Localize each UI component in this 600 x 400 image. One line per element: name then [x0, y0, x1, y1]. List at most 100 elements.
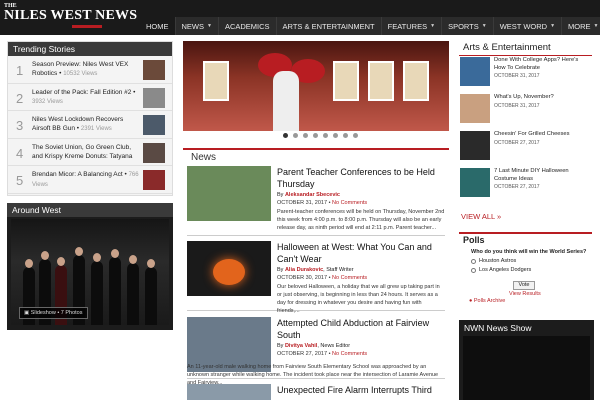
slider-dot[interactable]	[333, 133, 338, 138]
article-title[interactable]: Parent Teacher Conferences to be Held Th…	[277, 166, 445, 190]
nav-item-more[interactable]: MORE ▼	[562, 17, 600, 35]
nav-item-west-word[interactable]: WEST WORD ▼	[494, 17, 563, 35]
radio-button[interactable]	[471, 267, 476, 273]
article-body: Halloween at West: What You Can and Can'…	[277, 241, 445, 315]
trending-item[interactable]: 5 Brendan Micor: A Balancing Act • 766 Vi…	[8, 166, 172, 194]
slider-dot[interactable]	[343, 133, 348, 138]
nav-item-label: HOME	[146, 21, 169, 31]
arts-thumbnail[interactable]	[460, 94, 490, 123]
arts-text: 7 Last Minute DIY Halloween Costume Idea…	[494, 168, 590, 192]
article-title[interactable]: Halloween at West: What You Can and Can'…	[277, 241, 445, 265]
article-image[interactable]	[187, 384, 271, 400]
article-byline: By Aleksandar Sbecevic	[277, 192, 445, 198]
article-image[interactable]	[187, 166, 271, 221]
slider-dot[interactable]	[353, 133, 358, 138]
nav-item-features[interactable]: FEATURES ▼	[382, 17, 443, 35]
polls-box: Polls Who do you think will win the Worl…	[459, 232, 592, 310]
slider-dot[interactable]	[303, 133, 308, 138]
arts-thumbnail[interactable]	[460, 57, 490, 86]
pumpkin-icon	[213, 259, 245, 285]
chevron-down-icon: ▼	[430, 23, 436, 29]
chevron-down-icon: ▼	[481, 23, 487, 29]
nav-item-news[interactable]: NEWS ▼	[176, 17, 219, 35]
arts-thumbnail[interactable]	[460, 168, 490, 197]
article-author[interactable]: Alia Durakovic	[285, 267, 323, 273]
slider-dot[interactable]	[283, 133, 288, 138]
article-title[interactable]: Attempted Child Abduction at Fairview So…	[277, 317, 445, 341]
slider-dot[interactable]	[313, 133, 318, 138]
nav-item-home[interactable]: HOME	[140, 17, 176, 35]
trending-thumbnail[interactable]	[143, 60, 165, 80]
byline-prefix: By	[277, 343, 285, 349]
trending-item[interactable]: 4 The Soviet Union, Go Green Club, and Kr…	[8, 139, 172, 166]
poll-option[interactable]: Houston Astros	[459, 258, 592, 264]
news-show-video[interactable]	[463, 336, 590, 400]
trending-thumbnail[interactable]	[143, 87, 165, 108]
slideshow-icon: ▣	[24, 310, 31, 316]
arts-title[interactable]: What's Up, November?	[494, 94, 590, 102]
trending-thumbnail[interactable]	[143, 142, 165, 163]
news-show-box: NWN News Show	[459, 320, 594, 400]
trending-title[interactable]: The Soviet Union, Go Green Club, and Kri…	[32, 144, 132, 160]
slider-dot[interactable]	[323, 133, 328, 138]
article-comments-link[interactable]: No Comments	[332, 351, 367, 357]
news-section-title: News	[183, 148, 449, 163]
trending-views: 3932 Views	[32, 98, 63, 105]
hero-window	[368, 61, 394, 101]
arts-text: Done With College Apps? Here's How To Ce…	[494, 57, 590, 81]
article-image[interactable]	[187, 241, 271, 296]
nav-item-academics[interactable]: ACADEMICS	[219, 17, 277, 35]
around-west-photo[interactable]: ▣ Slideshow • 7 Photos	[11, 219, 169, 325]
article-title[interactable]: Unexpected Fire Alarm Interrupts Third	[277, 384, 445, 396]
trending-item[interactable]: 1 Season Preview: Niles West VEX Robotics…	[8, 56, 172, 84]
trending-thumbnail[interactable]	[143, 170, 165, 190]
trending-item[interactable]: 3 Niles West Lockdown Recovers Airsoft BB…	[8, 111, 172, 139]
slider-dot[interactable]	[293, 133, 298, 138]
article-comments-link[interactable]: No Comments	[332, 275, 367, 281]
trending-views: 10532 Views	[63, 71, 98, 77]
arts-text: What's Up, November? OCTOBER 31, 2017	[494, 94, 590, 110]
author-role: , News Editor	[317, 343, 351, 349]
trending-item[interactable]: 2 Leader of the Pack: Fall Edition #2 • 3…	[8, 84, 172, 111]
article-byline: By Alia Durakovic, Staff Writer	[277, 267, 445, 273]
arts-title[interactable]: 7 Last Minute DIY Halloween Costume Idea…	[494, 168, 590, 183]
trending-rank: 2	[16, 90, 24, 106]
trending-text: The Soviet Union, Go Green Club, and Kri…	[32, 143, 142, 161]
arts-title[interactable]: Done With College Apps? Here's How To Ce…	[494, 57, 590, 72]
polls-archive-link[interactable]: ● Polls Archive	[469, 298, 505, 304]
view-all-link[interactable]: VIEW ALL »	[461, 212, 501, 221]
radio-button[interactable]	[471, 258, 476, 264]
article-comments-link[interactable]: No Comments	[332, 200, 367, 206]
trending-title: Trending Stories	[8, 42, 172, 56]
arts-item[interactable]: Cheesin' For Grilled Cheeses OCTOBER 27, …	[460, 131, 592, 161]
author-role: , Staff Writer	[323, 267, 354, 273]
hero-window	[203, 61, 229, 101]
poll-option[interactable]: Los Angeles Dodgers	[459, 267, 592, 273]
nav-item-arts-entertainment[interactable]: ARTS & ENTERTAINMENT	[277, 17, 382, 35]
trending-text: Season Preview: Niles West VEX Robotics …	[32, 61, 129, 77]
trending-title[interactable]: Brendan Micor: A Balancing Act	[32, 171, 123, 178]
trending-rank: 5	[16, 173, 24, 188]
arts-title[interactable]: Cheesin' For Grilled Cheeses	[494, 131, 590, 139]
site-header: THE NILES WEST NEWS HOME NEWS ▼ ACADEMICS AR…	[0, 0, 600, 35]
arts-date: OCTOBER 31, 2017	[494, 102, 540, 109]
hero-slider[interactable]	[183, 41, 449, 131]
trending-thumbnail[interactable]	[143, 115, 165, 135]
news-show-title: NWN News Show	[464, 323, 532, 333]
logo-accent-bar	[72, 25, 102, 28]
vote-button[interactable]: Vote	[513, 281, 535, 290]
slideshow-button[interactable]: ▣ Slideshow • 7 Photos	[19, 307, 88, 319]
byline-prefix: By	[277, 192, 285, 198]
nav-item-sports[interactable]: SPORTS ▼	[442, 17, 494, 35]
arts-item[interactable]: Done With College Apps? Here's How To Ce…	[460, 57, 592, 87]
news-article: Unexpected Fire Alarm Interrupts Third	[187, 384, 445, 400]
article-author[interactable]: Aleksandar Sbecevic	[285, 192, 340, 198]
trending-title[interactable]: Leader of the Pack: Fall Edition #2	[32, 89, 131, 96]
arts-item[interactable]: 7 Last Minute DIY Halloween Costume Idea…	[460, 168, 592, 198]
arts-thumbnail[interactable]	[460, 131, 490, 160]
hero-window	[333, 61, 359, 101]
article-author[interactable]: Divitya Vahil	[285, 343, 317, 349]
arts-item[interactable]: What's Up, November? OCTOBER 31, 2017	[460, 94, 592, 124]
site-logo[interactable]: THE NILES WEST NEWS	[4, 3, 137, 33]
view-results-link[interactable]: View Results	[509, 291, 541, 297]
